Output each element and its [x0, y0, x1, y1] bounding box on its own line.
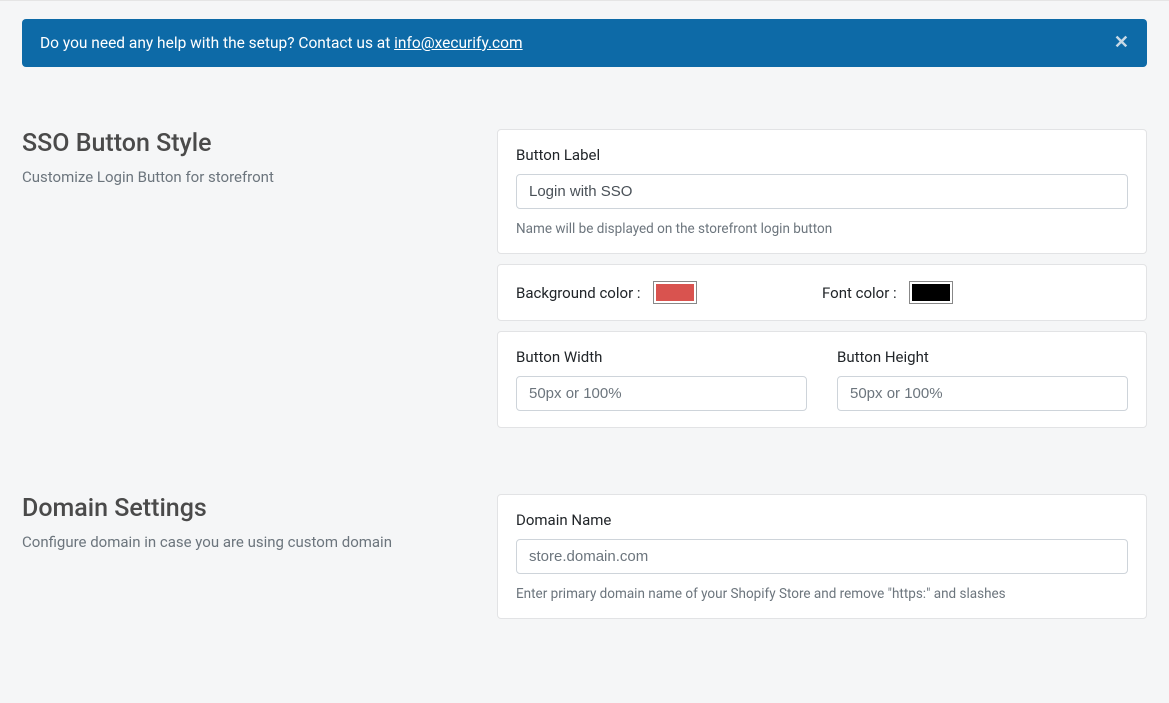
- button-width-input[interactable]: [516, 376, 807, 411]
- font-color-group: Font color :: [822, 281, 1128, 304]
- bg-color-label: Background color :: [516, 284, 641, 302]
- button-label-help: Name will be displayed on the storefront…: [516, 221, 1128, 237]
- button-label-label: Button Label: [516, 146, 1128, 164]
- help-alert: Do you need any help with the setup? Con…: [22, 19, 1147, 67]
- close-icon[interactable]: ✕: [1114, 34, 1129, 52]
- button-width-label: Button Width: [516, 348, 807, 366]
- width-group: Button Width: [516, 348, 807, 411]
- sso-button-style-section: SSO Button Style Customize Login Button …: [22, 129, 1147, 438]
- button-height-input[interactable]: [837, 376, 1128, 411]
- font-color-picker[interactable]: [909, 281, 953, 304]
- domain-section-title: Domain Settings: [22, 494, 477, 523]
- sso-section-subtitle: Customize Login Button for storefront: [22, 168, 477, 186]
- font-color-label: Font color :: [822, 284, 897, 302]
- font-color-swatch: [912, 284, 950, 301]
- button-label-input[interactable]: [516, 174, 1128, 209]
- sso-section-title: SSO Button Style: [22, 129, 477, 158]
- bg-color-group: Background color :: [516, 281, 822, 304]
- domain-name-input[interactable]: [516, 539, 1128, 574]
- alert-email-link[interactable]: info@xecurify.com: [394, 34, 522, 52]
- height-group: Button Height: [837, 348, 1128, 411]
- button-label-card: Button Label Name will be displayed on t…: [497, 129, 1147, 254]
- domain-name-help: Enter primary domain name of your Shopif…: [516, 586, 1128, 602]
- alert-text: Do you need any help with the setup? Con…: [40, 34, 523, 52]
- bg-color-swatch: [656, 284, 694, 301]
- bg-color-picker[interactable]: [653, 281, 697, 304]
- alert-prefix: Do you need any help with the setup? Con…: [40, 34, 394, 52]
- colors-card: Background color : Font color :: [497, 264, 1147, 321]
- domain-section-subtitle: Configure domain in case you are using c…: [22, 533, 477, 551]
- domain-name-card: Domain Name Enter primary domain name of…: [497, 494, 1147, 619]
- domain-settings-section: Domain Settings Configure domain in case…: [22, 494, 1147, 629]
- domain-name-label: Domain Name: [516, 511, 1128, 529]
- dimensions-card: Button Width Button Height: [497, 331, 1147, 428]
- button-height-label: Button Height: [837, 348, 1128, 366]
